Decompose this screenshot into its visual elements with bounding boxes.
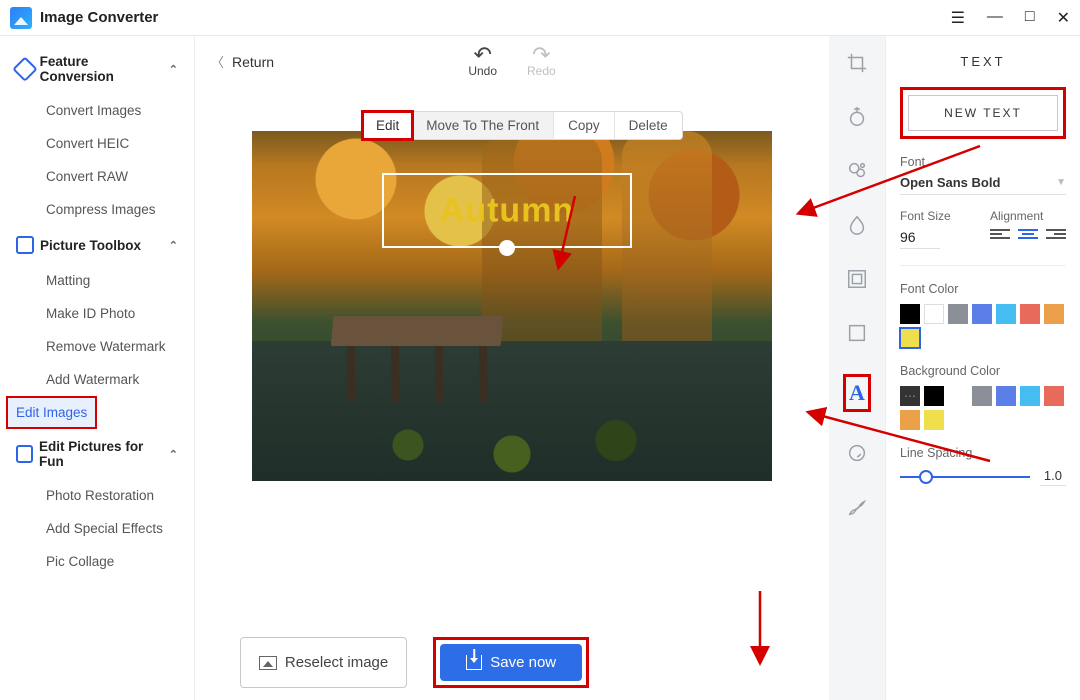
editor-area: 〈Return ↶Undo ↷Redo Edit Move To The Fro… <box>195 36 829 700</box>
app-title: Image Converter <box>40 9 158 26</box>
save-now-button[interactable]: Save now <box>440 644 582 681</box>
line-spacing-slider[interactable] <box>900 476 1030 478</box>
sidebar-item-convert-images[interactable]: Convert Images <box>0 94 194 127</box>
sidebar: Feature Conversion⌃ Convert Images Conve… <box>0 36 195 700</box>
redo-button: ↷Redo <box>527 46 556 78</box>
bg-color-swatch[interactable] <box>1044 386 1064 406</box>
image-canvas[interactable]: Autumn <box>252 131 772 481</box>
font-color-swatch[interactable] <box>900 328 920 348</box>
font-color-swatch[interactable] <box>900 304 920 324</box>
undo-icon: ↶ <box>473 46 491 64</box>
redo-icon: ↷ <box>532 46 550 64</box>
text-selection-box[interactable]: Autumn <box>382 173 632 248</box>
slider-thumb[interactable] <box>919 470 933 484</box>
font-color-swatch[interactable] <box>924 304 944 324</box>
close-button[interactable]: ✕ <box>1057 8 1070 28</box>
window-controls: ☰ — □ ✕ <box>951 8 1070 28</box>
sidebar-item-make-id-photo[interactable]: Make ID Photo <box>0 297 194 330</box>
text-tool[interactable]: A <box>843 374 871 412</box>
align-right[interactable] <box>1046 229 1066 245</box>
reselect-image-button[interactable]: Reselect image <box>240 637 407 688</box>
font-color-swatch[interactable] <box>972 304 992 324</box>
font-color-swatch[interactable] <box>1044 304 1064 324</box>
chevron-left-icon: 〈 <box>211 52 224 71</box>
sidebar-item-pic-collage[interactable]: Pic Collage <box>0 545 194 578</box>
context-menu: Edit Move To The Front Copy Delete <box>362 111 683 140</box>
ctx-move-to-front[interactable]: Move To The Front <box>412 112 554 139</box>
align-center[interactable] <box>1018 229 1038 245</box>
font-color-label: Font Color <box>900 282 1066 296</box>
chevron-up-icon: ⌃ <box>169 448 178 461</box>
bg-color-swatches: ⋯ <box>900 386 1066 430</box>
sidebar-item-edit-images[interactable]: Edit Images <box>0 396 194 429</box>
chevron-down-icon: ▼ <box>1056 177 1066 188</box>
sticker-tool[interactable] <box>844 440 870 466</box>
maximize-button[interactable]: □ <box>1025 8 1035 28</box>
chevron-up-icon: ⌃ <box>169 63 178 76</box>
text-a-icon: A <box>849 380 865 405</box>
sidebar-item-convert-heic[interactable]: Convert HEIC <box>0 127 194 160</box>
panel-title: TEXT <box>900 54 1066 69</box>
line-spacing-label: Line Spacing <box>900 446 1066 460</box>
font-label: Font <box>900 155 1066 169</box>
sidebar-group-edit-for-fun[interactable]: Edit Pictures for Fun⌃ <box>0 429 194 479</box>
font-color-swatch[interactable] <box>1020 304 1040 324</box>
text-panel: TEXT NEW TEXT Font Open Sans Bold▼ Font … <box>885 36 1080 700</box>
line-spacing-value[interactable]: 1.0 <box>1040 468 1066 486</box>
undo-button[interactable]: ↶Undo <box>468 46 497 78</box>
sidebar-item-photo-restoration[interactable]: Photo Restoration <box>0 479 194 512</box>
sidebar-item-add-special-effects[interactable]: Add Special Effects <box>0 512 194 545</box>
overlay-text[interactable]: Autumn <box>440 191 574 230</box>
sidebar-group-picture-toolbox[interactable]: Picture Toolbox⌃ <box>0 226 194 264</box>
fun-icon <box>16 445 33 463</box>
sidebar-item-add-watermark[interactable]: Add Watermark <box>0 363 194 396</box>
bg-color-swatch[interactable] <box>900 410 920 430</box>
image-icon <box>259 656 277 670</box>
font-size-value[interactable]: 96 <box>900 229 940 249</box>
chevron-up-icon: ⌃ <box>169 239 178 252</box>
bg-color-swatch[interactable] <box>1020 386 1040 406</box>
return-button[interactable]: 〈Return <box>211 52 274 71</box>
font-select[interactable]: Open Sans Bold▼ <box>900 175 1066 195</box>
frame-tool[interactable] <box>844 320 870 346</box>
align-left[interactable] <box>990 229 1010 245</box>
toolbox-icon <box>16 236 34 254</box>
bg-color-swatch[interactable] <box>972 386 992 406</box>
brush-tool[interactable] <box>844 494 870 520</box>
ctx-copy[interactable]: Copy <box>554 112 615 139</box>
sidebar-item-compress-images[interactable]: Compress Images <box>0 193 194 226</box>
download-icon <box>466 655 482 670</box>
font-size-label: Font Size <box>900 209 972 223</box>
font-color-swatches <box>900 304 1066 348</box>
ctx-edit[interactable]: Edit <box>361 110 414 141</box>
titlebar: Image Converter ☰ — □ ✕ <box>0 0 1080 36</box>
sidebar-group-feature-conversion[interactable]: Feature Conversion⌃ <box>0 44 194 94</box>
bg-color-swatch[interactable] <box>924 410 944 430</box>
alignment-label: Alignment <box>990 209 1066 223</box>
sidebar-item-remove-watermark[interactable]: Remove Watermark <box>0 330 194 363</box>
effects-tool[interactable] <box>844 158 870 184</box>
tool-strip: A <box>829 36 885 700</box>
minimize-button[interactable]: — <box>987 8 1003 28</box>
crop-tool[interactable] <box>844 50 870 76</box>
app-logo-icon <box>10 7 32 29</box>
bg-color-swatch[interactable] <box>996 386 1016 406</box>
ctx-delete[interactable]: Delete <box>615 112 682 139</box>
border-tool[interactable] <box>844 266 870 292</box>
hamburger-icon[interactable]: ☰ <box>951 8 965 28</box>
sidebar-item-matting[interactable]: Matting <box>0 264 194 297</box>
font-color-swatch[interactable] <box>996 304 1016 324</box>
bg-color-swatch[interactable] <box>924 386 944 406</box>
new-text-button[interactable]: NEW TEXT <box>908 95 1058 131</box>
blur-tool[interactable] <box>844 212 870 238</box>
rotate-handle[interactable] <box>499 240 515 256</box>
cube-icon <box>12 56 37 81</box>
bg-color-swatch[interactable]: ⋯ <box>900 386 920 406</box>
sidebar-item-convert-raw[interactable]: Convert RAW <box>0 160 194 193</box>
bg-color-label: Background Color <box>900 364 1066 378</box>
font-color-swatch[interactable] <box>948 304 968 324</box>
adjust-tool[interactable] <box>844 104 870 130</box>
